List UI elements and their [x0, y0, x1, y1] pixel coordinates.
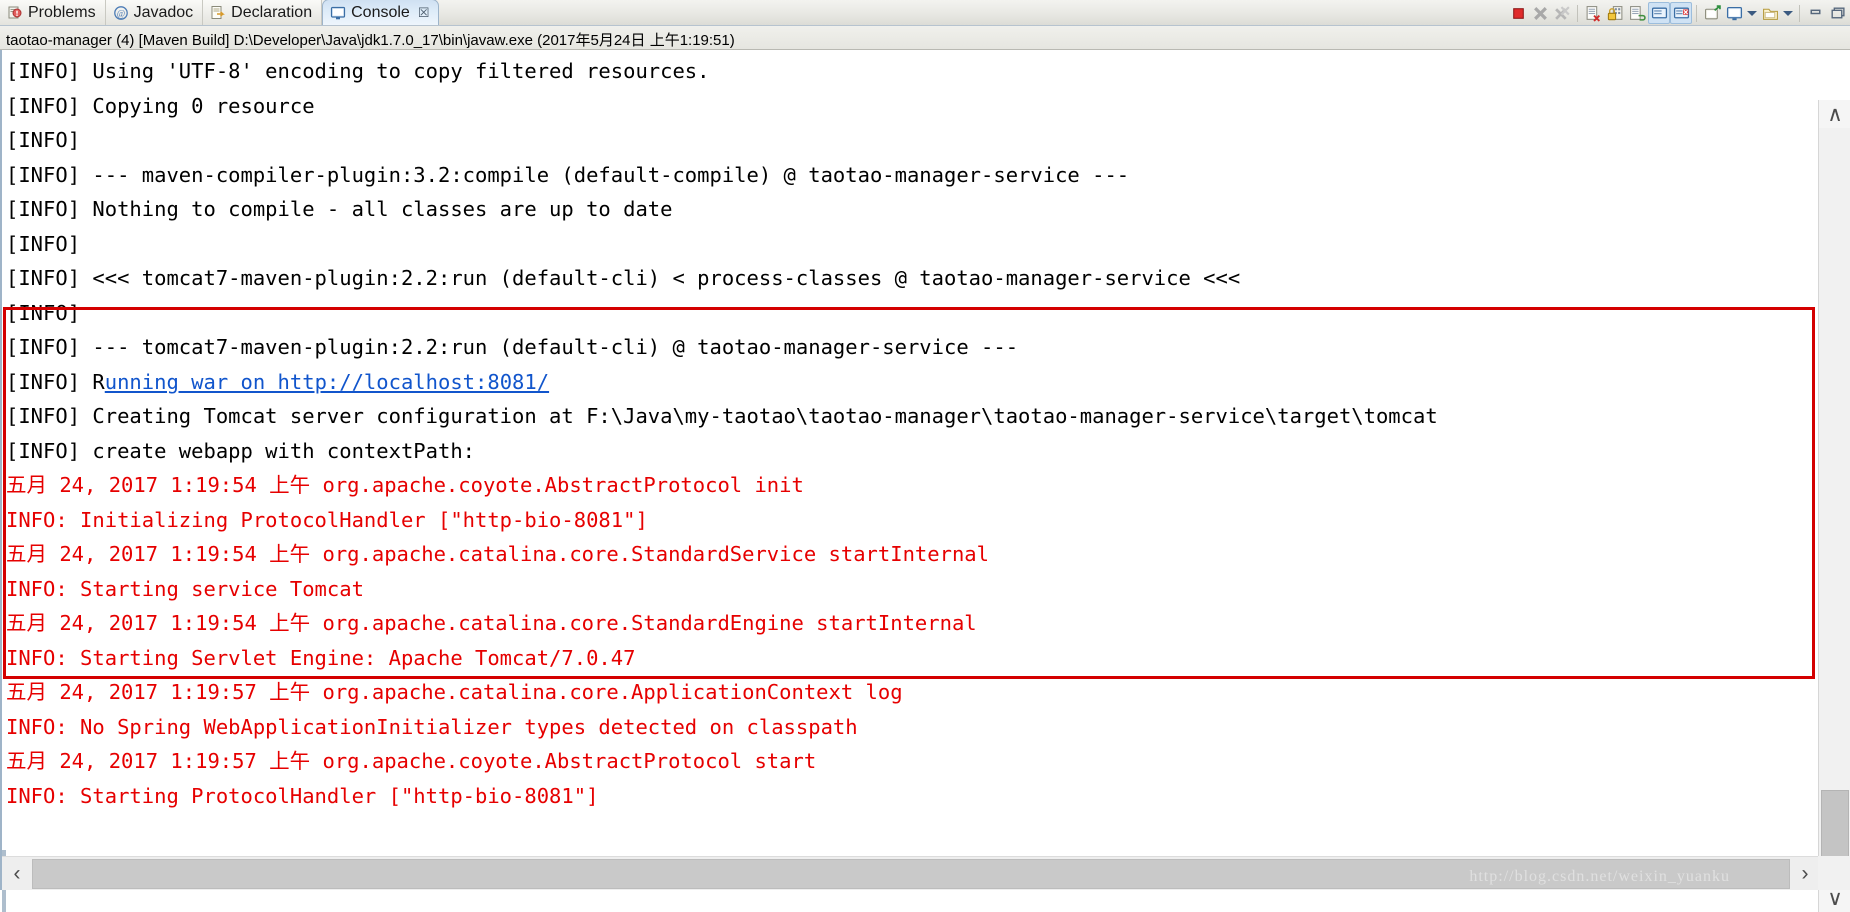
console-line: 五月 24, 2017 1:19:54 上午 org.apache.catali… — [6, 542, 989, 566]
scroll-lock-icon — [1607, 5, 1622, 20]
chevron-up-icon: ∧ — [1827, 102, 1843, 126]
scroll-lock-button[interactable] — [1604, 2, 1626, 24]
show-console-on-error-button[interactable] — [1670, 2, 1692, 24]
console-line: INFO: No Spring WebApplicationInitialize… — [6, 714, 858, 739]
console-line: [INFO] — [6, 231, 81, 256]
chevron-down-icon-3: ∨ — [1827, 886, 1843, 910]
maximize-button[interactable] — [1826, 2, 1848, 24]
scroll-left-button[interactable]: ‹ — [2, 858, 32, 890]
maximize-icon — [1830, 6, 1845, 18]
close-icon[interactable]: ☒ — [418, 5, 430, 21]
chevron-down-icon-2 — [1783, 10, 1793, 16]
tab-console[interactable]: Console ☒ — [322, 0, 440, 25]
pin-console-button[interactable] — [1701, 2, 1723, 24]
show-console-on-error-icon — [1673, 7, 1689, 18]
javadoc-icon: @ — [113, 5, 128, 20]
console-line: [INFO] Creating Tomcat server configurat… — [6, 404, 1438, 428]
declaration-icon — [211, 5, 226, 19]
console-line-prefix: [INFO] R — [6, 369, 105, 394]
minimize-icon — [1810, 9, 1820, 14]
console-line: [INFO] --- tomcat7-maven-plugin:2.2:run … — [6, 335, 1019, 359]
console-line: INFO: Starting ProtocolHandler ["http-bi… — [6, 783, 599, 808]
display-selected-console-button[interactable] — [1723, 2, 1745, 24]
console-line: 五月 24, 2017 1:19:57 上午 org.apache.coyote… — [6, 749, 817, 773]
tab-declaration-label: Declaration — [231, 3, 313, 21]
toolbar-separator-2 — [1696, 4, 1697, 22]
open-console-menu[interactable] — [1781, 2, 1795, 24]
console-view: [INFO] Using 'UTF-8' encoding to copy fi… — [0, 50, 1850, 912]
console-line: [INFO] --- maven-compiler-plugin:3.2:com… — [6, 162, 1130, 187]
display-selected-console-menu[interactable] — [1745, 2, 1759, 24]
remove-all-terminated-button[interactable] — [1551, 2, 1573, 24]
open-console-icon — [1762, 8, 1778, 20]
console-line: [INFO] Using 'UTF-8' encoding to copy fi… — [6, 59, 710, 83]
terminate-icon — [1512, 7, 1524, 19]
remove-all-terminated-icon — [1554, 5, 1570, 20]
console-line: [INFO] — [6, 128, 81, 152]
console-line: INFO: Starting Servlet Engine: Apache To… — [6, 645, 636, 670]
view-tab-bar: Problems @ Javadoc Declaration Console ☒ — [0, 0, 1850, 26]
console-line: 五月 24, 2017 1:19:54 上午 org.apache.catali… — [6, 611, 977, 635]
problems-icon — [8, 6, 22, 18]
console-line: INFO: Initializing ProtocolHandler ["htt… — [6, 507, 648, 532]
console-toolbar — [1507, 1, 1848, 25]
console-line: INFO: Starting service Tomcat — [6, 576, 364, 601]
console-line[interactable]: [INFO] Running war on http://localhost:8… — [6, 365, 1820, 400]
remove-launch-button[interactable] — [1529, 2, 1551, 24]
show-console-on-output-icon — [1651, 7, 1667, 18]
word-wrap-button[interactable] — [1626, 2, 1648, 24]
open-console-button[interactable] — [1759, 2, 1781, 24]
remove-launch-icon — [1533, 6, 1547, 20]
display-selected-console-icon — [1726, 6, 1742, 20]
terminate-button[interactable] — [1507, 2, 1529, 24]
horizontal-scrollbar-thumb[interactable] — [32, 858, 1790, 889]
toolbar-separator-3 — [1799, 4, 1800, 22]
chevron-down-icon — [1747, 10, 1757, 16]
clear-console-button[interactable] — [1582, 2, 1604, 24]
console-line: [INFO] Copying 0 resource — [6, 93, 315, 118]
horizontal-scrollbar[interactable]: ‹ › — [2, 856, 1820, 890]
chevron-right-icon: › — [1801, 862, 1809, 885]
console-icon — [331, 6, 346, 19]
toolbar-separator — [1577, 4, 1578, 22]
tab-declaration[interactable]: Declaration — [203, 0, 323, 25]
svg-text:@: @ — [116, 8, 124, 18]
console-output-text[interactable]: [INFO] Using 'UTF-8' encoding to copy fi… — [2, 50, 1820, 850]
tab-problems-label: Problems — [28, 3, 96, 21]
console-line: 五月 24, 2017 1:19:57 上午 org.apache.catali… — [6, 680, 903, 704]
console-line: [INFO] Nothing to compile - all classes … — [6, 197, 673, 221]
pin-console-icon — [1704, 4, 1721, 19]
console-process-title: taotao-manager (4) [Maven Build] D:\Deve… — [0, 26, 1850, 50]
console-line: [INFO] create webapp with contextPath: — [6, 438, 488, 463]
tab-console-label: Console — [351, 3, 410, 21]
tab-problems[interactable]: Problems — [0, 0, 106, 25]
console-line: [INFO] — [6, 300, 81, 325]
console-hyperlink[interactable]: unning war on http://localhost:8081/ — [105, 370, 549, 394]
console-line: 五月 24, 2017 1:19:54 上午 org.apache.coyote… — [6, 473, 804, 497]
chevron-left-icon: ‹ — [13, 862, 21, 885]
scrollbar-corner — [1818, 856, 1850, 890]
show-console-on-output-button[interactable] — [1648, 2, 1670, 24]
tab-javadoc[interactable]: @ Javadoc — [105, 0, 204, 25]
minimize-button[interactable] — [1804, 2, 1826, 24]
word-wrap-icon — [1629, 5, 1646, 21]
scroll-right-button[interactable]: › — [1790, 858, 1820, 890]
vertical-scrollbar[interactable]: ∧ ∨ — [1818, 100, 1850, 912]
tab-javadoc-label: Javadoc — [133, 3, 194, 21]
clear-console-icon — [1586, 5, 1600, 22]
console-line: [INFO] <<< tomcat7-maven-plugin:2.2:run … — [6, 266, 1241, 290]
scroll-up-button[interactable]: ∧ — [1819, 100, 1850, 128]
